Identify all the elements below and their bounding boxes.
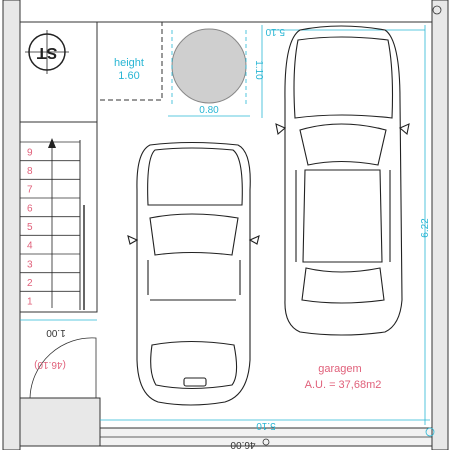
- shaft-height-value: 1.60: [118, 70, 139, 82]
- stair-step-number: 5: [27, 222, 33, 233]
- stair-step-number: 8: [27, 166, 33, 177]
- door-note: (46.10): [34, 359, 66, 370]
- right-wall: [431, 0, 449, 450]
- bottom-dimension-label: 5.10: [256, 420, 276, 431]
- circle-diameter-label: 0.80: [199, 105, 219, 116]
- stair-step-number: 1: [27, 297, 33, 308]
- bottom-level-label: 46.00: [230, 439, 255, 450]
- stair-step-number: 3: [27, 259, 33, 270]
- circle-height-label: 1.10: [253, 60, 264, 80]
- level-mark-text: ST: [37, 44, 58, 61]
- room-area: A.U. = 37,68m2: [305, 379, 382, 391]
- top-dimension-label: 5.10: [265, 26, 285, 37]
- left-wall: [2, 0, 21, 450]
- right-dimension-label: 6.22: [420, 218, 431, 238]
- stair-step-number: 4: [27, 241, 33, 252]
- stair-step-number: 2: [27, 278, 33, 289]
- shaft-label: height: [114, 57, 144, 69]
- shaft-box: [19, 21, 98, 123]
- garage-floor-plan: ST height 1.60 0.80 1.10 5.10 6.22 5.10 …: [2, 0, 449, 450]
- room-name: garagem: [318, 363, 361, 375]
- round-column: [171, 28, 247, 104]
- right-car: [275, 25, 410, 336]
- stair-bottom-wall: [19, 397, 101, 447]
- stair-step-number: 6: [27, 203, 33, 214]
- left-car: [127, 141, 260, 406]
- stair-step-number: 7: [27, 185, 33, 196]
- staircase: 9 8 7 6 5 4 3 2 1: [19, 121, 98, 313]
- stair-step-number: 9: [27, 147, 33, 158]
- stair-width-label: 1.00: [46, 327, 66, 338]
- level-marker: ST: [25, 30, 69, 74]
